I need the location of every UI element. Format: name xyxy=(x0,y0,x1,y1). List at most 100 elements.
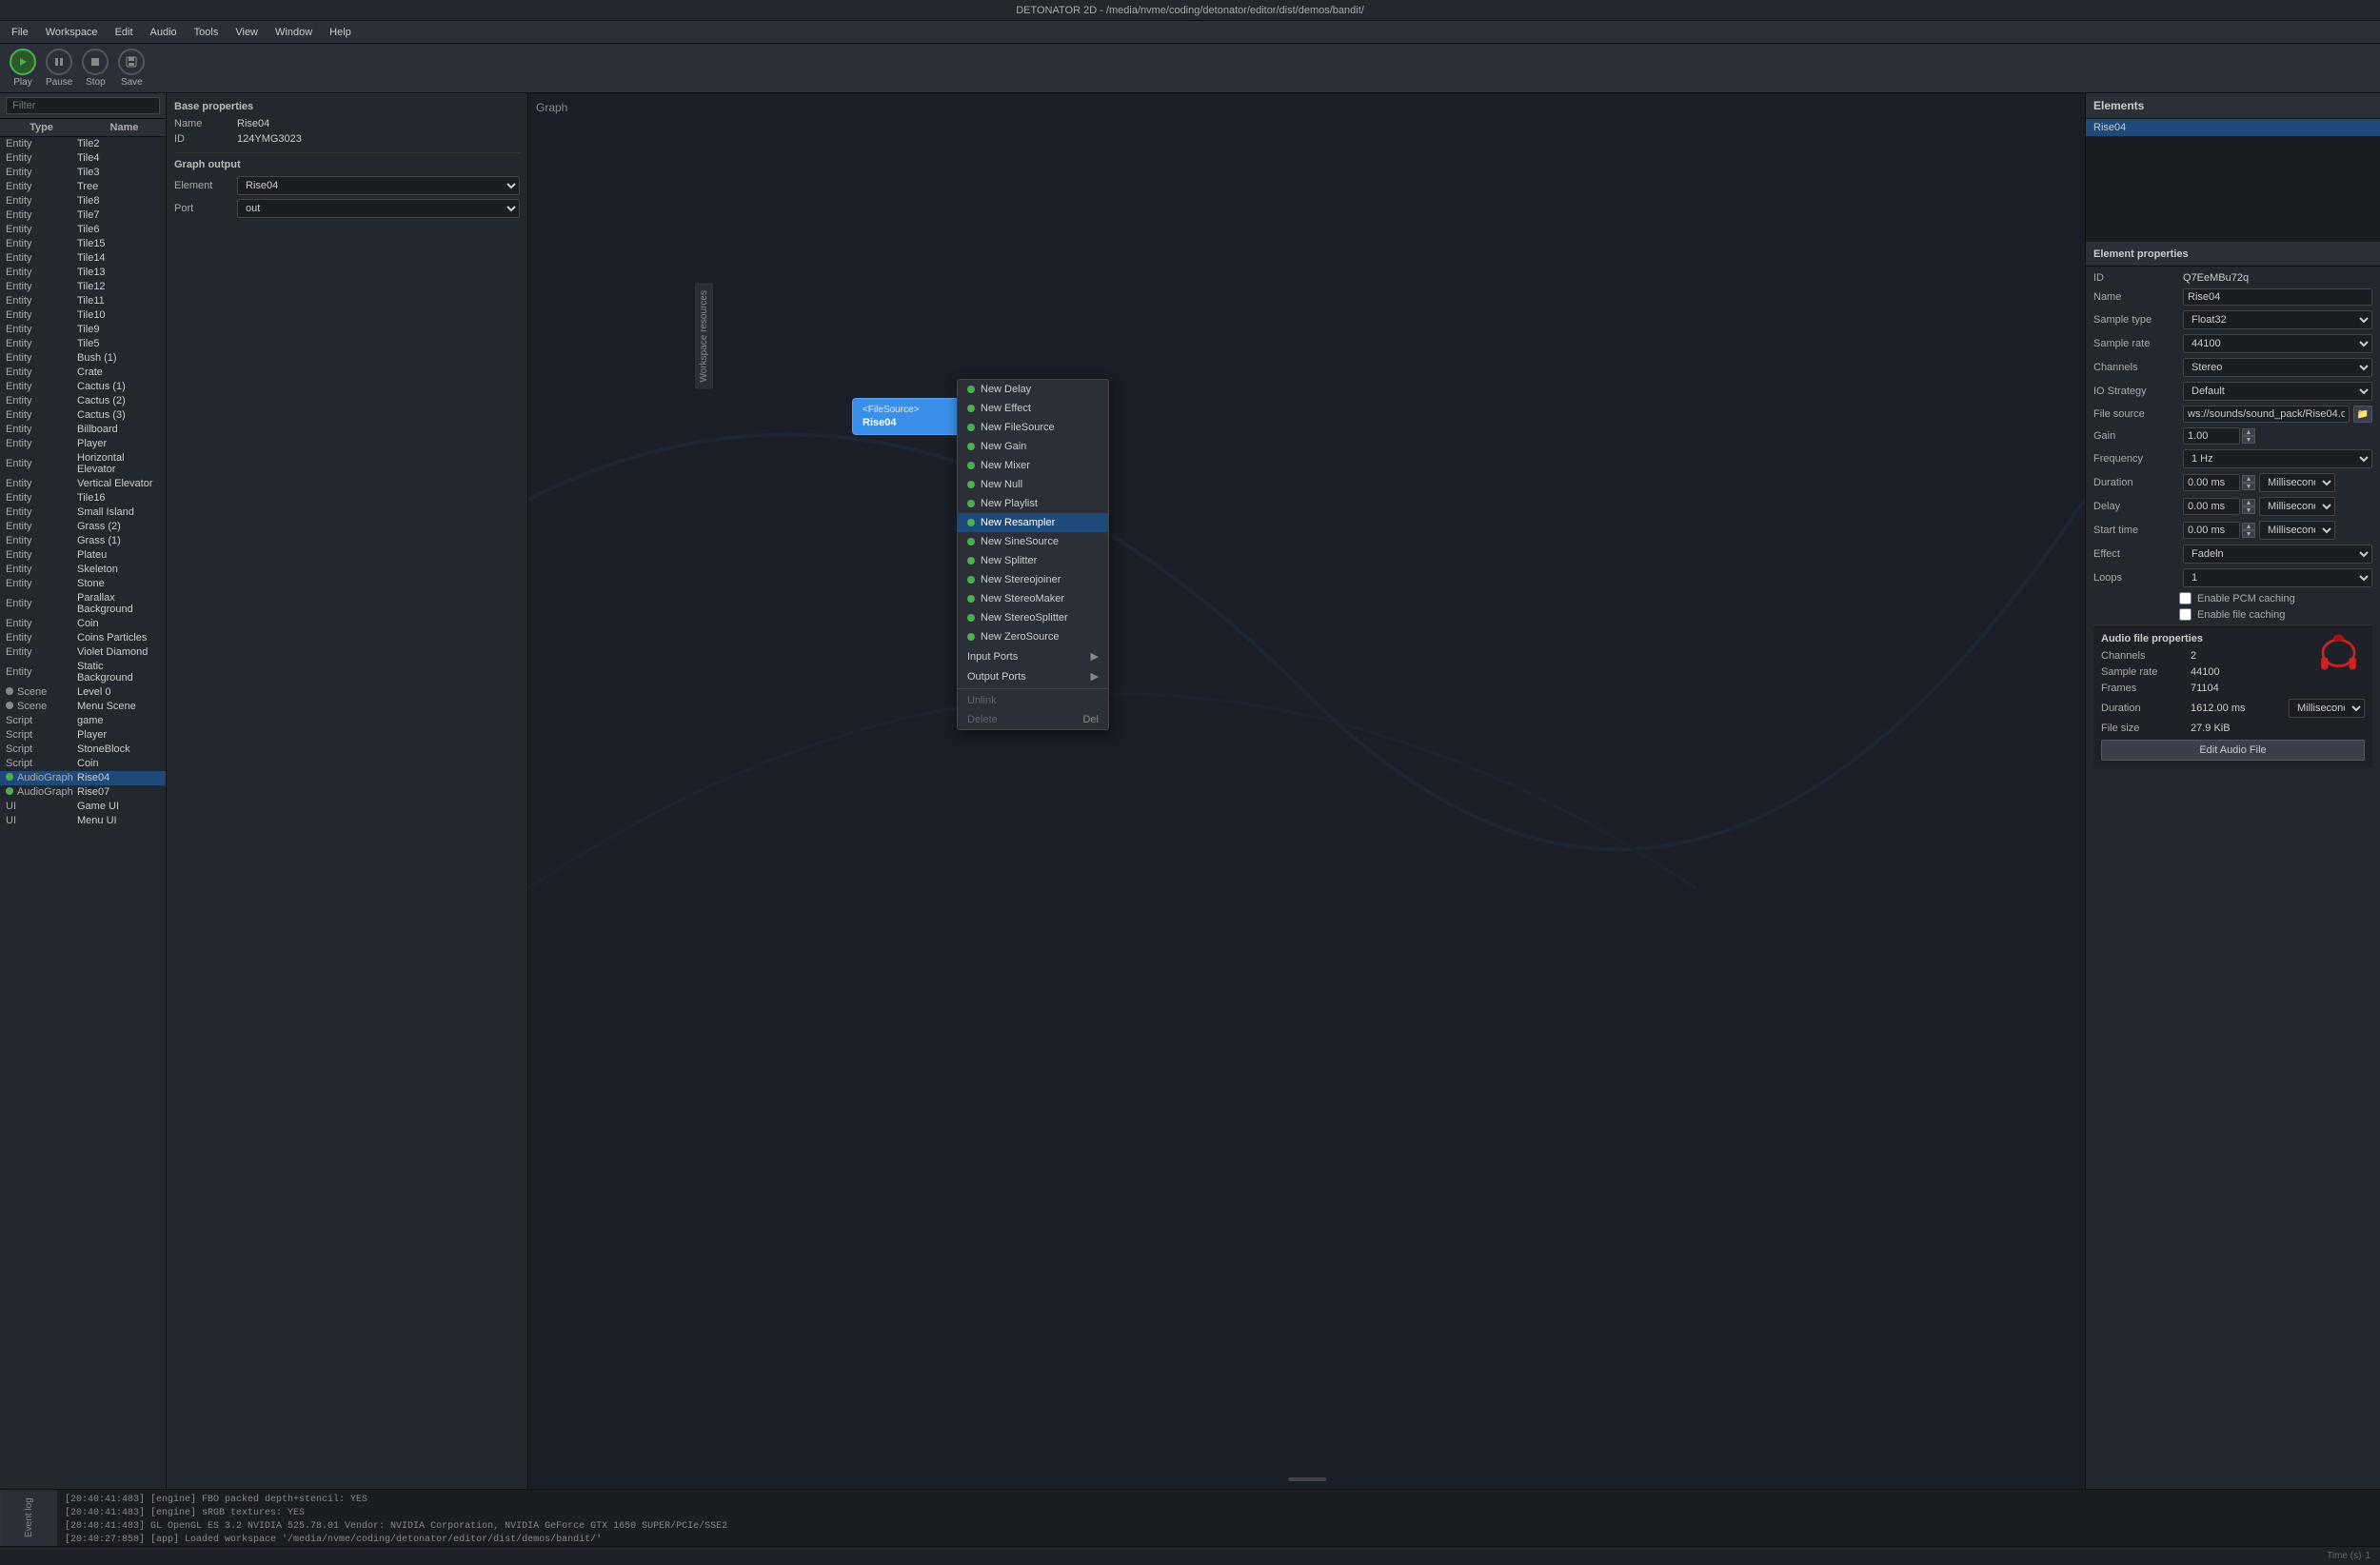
ep-file-browse-button[interactable]: 📁 xyxy=(2353,406,2372,423)
entity-row[interactable]: EntityCoins Particles xyxy=(0,631,166,645)
entity-row[interactable]: EntityCactus (3) xyxy=(0,408,166,423)
ep-start-time-up[interactable]: ▲ xyxy=(2242,523,2255,530)
entity-row[interactable]: EntityCactus (2) xyxy=(0,394,166,408)
context-menu-item[interactable]: Input Ports▶ xyxy=(958,646,1108,666)
context-menu-item[interactable]: New Resampler xyxy=(958,513,1108,532)
entity-row[interactable]: EntityVertical Elevator xyxy=(0,477,166,491)
entity-row[interactable]: ScriptPlayer xyxy=(0,728,166,743)
entity-row[interactable]: EntityPlateu xyxy=(0,548,166,563)
entity-row[interactable]: EntityTile2 xyxy=(0,137,166,151)
context-menu-item[interactable]: New SineSource xyxy=(958,532,1108,551)
ep-loops-select[interactable]: 1 xyxy=(2183,568,2372,587)
context-menu-item[interactable]: New Null xyxy=(958,475,1108,494)
ep-duration-down[interactable]: ▼ xyxy=(2242,483,2255,490)
entity-row[interactable]: EntityTile10 xyxy=(0,308,166,323)
entity-row[interactable]: EntityTree xyxy=(0,180,166,194)
entity-row[interactable]: EntityTile4 xyxy=(0,151,166,166)
entity-row[interactable]: EntitySmall Island xyxy=(0,505,166,520)
element-select[interactable]: Rise04 xyxy=(237,176,520,195)
entity-row[interactable]: EntityStatic Background xyxy=(0,660,166,685)
entity-row[interactable]: Scriptgame xyxy=(0,714,166,728)
ep-delay-up[interactable]: ▲ xyxy=(2242,499,2255,506)
ep-sample-type-select[interactable]: Float32 xyxy=(2183,310,2372,329)
afp-duration-unit-select[interactable]: Milliseconds xyxy=(2289,699,2365,718)
ep-gain-down[interactable]: ▼ xyxy=(2242,436,2255,444)
context-menu-item[interactable]: New Gain xyxy=(958,437,1108,456)
context-menu-item[interactable]: New Splitter xyxy=(958,551,1108,570)
ep-name-input[interactable] xyxy=(2183,288,2372,306)
context-menu-item[interactable]: New Playlist xyxy=(958,494,1108,513)
ep-duration-input[interactable] xyxy=(2183,474,2240,491)
ep-gain-up[interactable]: ▲ xyxy=(2242,428,2255,436)
context-menu-item[interactable]: Output Ports▶ xyxy=(958,666,1108,686)
entity-row[interactable]: AudioGraphRise04 xyxy=(0,771,166,785)
ep-duration-unit-select[interactable]: Milliseconds xyxy=(2259,473,2335,492)
entity-row[interactable]: EntityTile3 xyxy=(0,166,166,180)
entity-row[interactable]: EntitySkeleton xyxy=(0,563,166,577)
entity-row[interactable]: EntityViolet Diamond xyxy=(0,645,166,660)
menu-help[interactable]: Help xyxy=(322,25,359,40)
entity-row[interactable]: EntityTile5 xyxy=(0,337,166,351)
entity-row[interactable]: EntityTile6 xyxy=(0,223,166,237)
ep-frequency-select[interactable]: 1 Hz xyxy=(2183,449,2372,468)
ep-gain-input[interactable] xyxy=(2183,427,2240,445)
entity-row[interactable]: EntityCrate xyxy=(0,366,166,380)
entity-row[interactable]: EntityTile12 xyxy=(0,280,166,294)
entity-row[interactable]: EntityTile8 xyxy=(0,194,166,208)
ep-duration-up[interactable]: ▲ xyxy=(2242,475,2255,483)
ep-delay-input[interactable] xyxy=(2183,498,2240,515)
ep-start-time-down[interactable]: ▼ xyxy=(2242,530,2255,538)
entity-row[interactable]: EntityTile15 xyxy=(0,237,166,251)
menu-file[interactable]: File xyxy=(4,25,36,40)
entity-row[interactable]: EntityGrass (1) xyxy=(0,534,166,548)
graph-node-filesource[interactable]: <FileSource> Rise04 out xyxy=(852,398,966,435)
entity-row[interactable]: EntityCoin xyxy=(0,617,166,631)
menu-workspace[interactable]: Workspace xyxy=(38,25,106,40)
entity-row[interactable]: EntityTile16 xyxy=(0,491,166,505)
entity-row[interactable]: UIMenu UI xyxy=(0,814,166,828)
context-menu-item[interactable]: New FileSource xyxy=(958,418,1108,437)
entity-row[interactable]: EntityHorizontal Elevator xyxy=(0,451,166,477)
entity-row[interactable]: EntityBush (1) xyxy=(0,351,166,366)
entity-row[interactable]: SceneLevel 0 xyxy=(0,685,166,700)
elements-item-rise04[interactable]: Rise04 xyxy=(2086,119,2380,136)
save-button[interactable]: Save xyxy=(118,49,145,88)
event-log-tab[interactable]: Event log xyxy=(0,1490,57,1546)
ep-delay-down[interactable]: ▼ xyxy=(2242,506,2255,514)
entity-row[interactable]: EntityTile14 xyxy=(0,251,166,266)
entity-row[interactable]: EntityTile7 xyxy=(0,208,166,223)
ep-effect-select[interactable]: Fadeln xyxy=(2183,545,2372,564)
ep-file-source-input[interactable] xyxy=(2183,406,2350,423)
context-menu-item[interactable]: New Effect xyxy=(958,399,1108,418)
filter-input[interactable] xyxy=(6,97,160,114)
context-menu-item[interactable]: New StereoMaker xyxy=(958,589,1108,608)
ep-sample-rate-select[interactable]: 44100 xyxy=(2183,334,2372,353)
entity-row[interactable]: EntityParallax Background xyxy=(0,591,166,617)
entity-row[interactable]: ScriptCoin xyxy=(0,757,166,771)
entity-row[interactable]: SceneMenu Scene xyxy=(0,700,166,714)
entity-row[interactable]: AudioGraphRise07 xyxy=(0,785,166,800)
context-menu-item[interactable]: New Mixer xyxy=(958,456,1108,475)
entity-row[interactable]: EntityCactus (1) xyxy=(0,380,166,394)
context-menu-item[interactable]: New Stereojoiner xyxy=(958,570,1108,589)
entity-row[interactable]: EntityStone xyxy=(0,577,166,591)
menu-view[interactable]: View xyxy=(228,25,266,40)
ep-channels-select[interactable]: Stereo xyxy=(2183,358,2372,377)
stop-button[interactable]: Stop xyxy=(82,49,109,88)
menu-tools[interactable]: Tools xyxy=(187,25,227,40)
context-menu-item[interactable]: New Delay xyxy=(958,380,1108,399)
entity-row[interactable]: EntityBillboard xyxy=(0,423,166,437)
play-button[interactable]: Play xyxy=(10,49,36,88)
context-menu-item[interactable]: New StereoSplitter xyxy=(958,608,1108,627)
entity-row[interactable]: EntityGrass (2) xyxy=(0,520,166,534)
edit-audio-file-button[interactable]: Edit Audio File xyxy=(2101,740,2365,761)
ep-start-time-input[interactable] xyxy=(2183,522,2240,539)
menu-audio[interactable]: Audio xyxy=(143,25,185,40)
entity-row[interactable]: EntityPlayer xyxy=(0,437,166,451)
ep-delay-unit-select[interactable]: Milliseconds xyxy=(2259,497,2335,516)
graph-area[interactable]: Workspace resources Graph <FileSource> R… xyxy=(528,93,2085,1489)
ep-io-strategy-select[interactable]: Default xyxy=(2183,382,2372,401)
ep-file-cache-checkbox[interactable] xyxy=(2179,608,2192,621)
ep-start-time-unit-select[interactable]: Milliseconds xyxy=(2259,521,2335,540)
entity-row[interactable]: EntityTile9 xyxy=(0,323,166,337)
